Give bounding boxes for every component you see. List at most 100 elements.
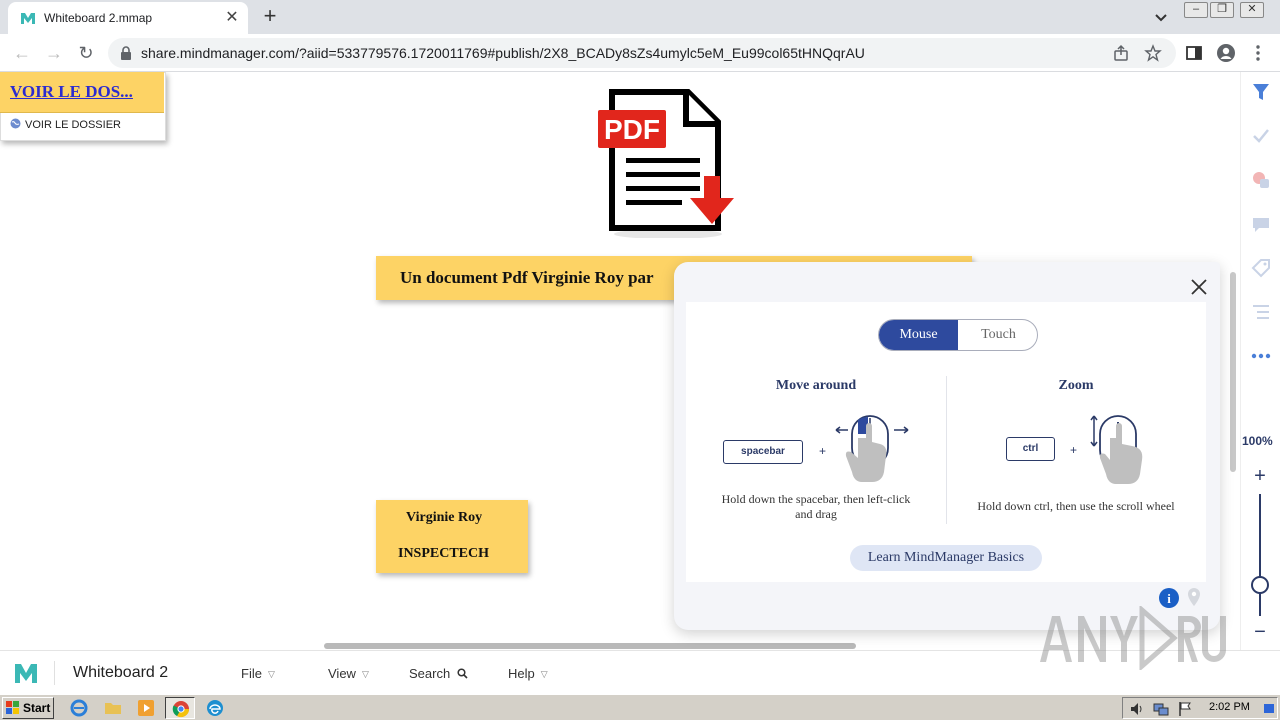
edge-icon[interactable] [206,699,224,717]
chevron-down-icon: ▽ [267,669,275,679]
zoom-slider-thumb[interactable] [1251,576,1269,594]
person-topic[interactable]: Virginie Roy INSPECTECH [376,500,528,573]
browser-tab-bar: Whiteboard 2.mmap ✕ + – ❐ ✕ [0,0,1280,34]
zoom-desc: Hold down ctrl, then use the scroll whee… [977,499,1175,513]
file-menu[interactable]: File ▽ [241,666,275,681]
forward-arrow-icon[interactable]: → [42,41,66,65]
filter-icon[interactable] [1251,82,1271,102]
vertical-scrollbar[interactable] [1230,272,1236,472]
tab-mouse[interactable]: Mouse [879,320,958,350]
system-tray: 2:02 PM [1122,697,1278,719]
view-menu[interactable]: View ▽ [328,666,369,681]
navigation-help-popup: Mouse Touch Move around Zoom spacebar + … [674,262,1220,630]
restore-button[interactable]: ❐ [1210,2,1234,18]
show-desktop-icon[interactable] [1263,701,1275,717]
media-player-icon[interactable] [137,699,155,717]
chrome-taskbar-button[interactable] [165,697,195,719]
column-divider [946,376,947,524]
move-around-title: Move around [775,378,857,393]
link-topic-subtitle: VOIR LE DOSSIER [25,119,121,131]
reload-icon[interactable]: ↻ [74,41,98,65]
new-tab-button[interactable]: + [258,5,282,29]
person-name: Virginie Roy [406,510,483,525]
spacebar-key: spacebar [723,440,803,464]
flag-icon[interactable] [1177,701,1193,717]
document-title: Whiteboard 2 [73,664,169,681]
zoom-slider-track[interactable] [1259,494,1261,616]
pdf-download-image[interactable]: PDF [598,88,740,238]
address-bar[interactable]: share.mindmanager.com/?aiid=533779576.17… [108,38,1176,68]
tab-search-chevron-icon[interactable] [1150,6,1172,28]
main-topic-text: Un document Pdf Virginie Roy par [400,268,654,287]
outline-icon[interactable] [1251,302,1271,322]
help-menu[interactable]: Help ▽ [508,666,548,681]
pdf-label: PDF [604,114,660,145]
search-menu[interactable]: Search [409,666,468,681]
tab-close-icon[interactable]: ✕ [222,8,242,28]
search-icon [457,668,468,679]
mouse-drag-icon [835,415,909,482]
mindmanager-logo-icon[interactable] [14,662,38,684]
url-text: share.mindmanager.com/?aiid=533779576.17… [141,45,865,61]
priority-icon[interactable] [1251,170,1271,190]
folder-icon[interactable] [104,699,122,717]
profile-avatar-icon[interactable] [1216,43,1236,63]
ctrl-key: ctrl [1006,437,1055,461]
check-icon[interactable] [1251,126,1271,146]
chevron-down-icon: ▽ [540,669,548,679]
person-company: INSPECTECH [398,546,490,561]
minimize-button[interactable]: – [1184,2,1208,18]
browser-menu-icon[interactable] [1248,43,1268,63]
anyrun-watermark-logo [1040,606,1226,670]
browser-toolbar: ← → ↻ share.mindmanager.com/?aiid=533779… [0,34,1280,72]
share-icon[interactable] [1112,44,1130,62]
chevron-down-icon: ▽ [361,669,369,679]
input-mode-toggle: Mouse Touch [878,319,1038,351]
search-menu-label: Search [409,666,451,681]
horizontal-scrollbar[interactable] [324,643,856,649]
back-arrow-icon[interactable]: ← [10,41,34,65]
clock: 2:02 PM [1209,701,1250,713]
mindmanager-logo-icon [21,13,35,24]
zoom-title: Zoom [1058,378,1094,393]
side-panel-icon[interactable] [1184,43,1204,63]
globe-icon [10,118,21,129]
help-card: Mouse Touch Move around Zoom spacebar + … [686,302,1206,582]
help-menu-label: Help [508,666,535,681]
tab-title: Whiteboard 2.mmap [44,11,153,25]
start-button[interactable]: Start [2,697,54,719]
plus-sign: + [1070,443,1078,457]
scroll-wheel-icon [1090,415,1143,484]
link-topic-head: VOIR LE DOS... [0,72,164,113]
appbar-separator [54,661,55,685]
volume-icon[interactable] [1129,701,1145,717]
zoom-level-label: 100% [1242,434,1273,448]
link-topic[interactable]: VOIR LE DOS... VOIR LE DOSSIER [0,72,166,141]
file-menu-label: File [241,666,262,681]
ie-icon[interactable] [70,699,88,717]
location-pin-icon[interactable] [1186,587,1202,607]
move-around-desc: Hold down the spacebar, then left-click … [721,492,911,521]
more-icon[interactable] [1251,346,1271,366]
start-label: Start [23,701,51,715]
learn-basics-button[interactable]: Learn MindManager Basics [850,545,1042,571]
close-icon[interactable] [1188,276,1210,298]
tab-touch[interactable]: Touch [959,320,1037,350]
tag-icon[interactable] [1251,258,1271,278]
view-menu-label: View [328,666,356,681]
plus-sign: + [819,444,827,458]
link-topic-title[interactable]: VOIR LE DOS... [10,82,133,102]
lock-icon [121,46,131,60]
close-window-button[interactable]: ✕ [1240,2,1264,18]
link-topic-subtitle-row[interactable]: VOIR LE DOSSIER [10,118,121,131]
info-icon-glyph: i [1167,591,1171,606]
network-icon[interactable] [1153,701,1169,717]
chrome-icon [172,701,190,718]
bookmark-star-icon[interactable] [1144,44,1162,62]
zoom-in-button[interactable]: + [1250,466,1270,488]
windows-logo-icon [6,701,19,714]
screen: Whiteboard 2.mmap ✕ + – ❐ ✕ ← → ↻ share.… [0,0,1280,720]
zoom-out-button[interactable]: − [1250,622,1270,644]
comment-icon[interactable] [1251,214,1271,234]
browser-tab[interactable]: Whiteboard 2.mmap ✕ [8,2,248,34]
